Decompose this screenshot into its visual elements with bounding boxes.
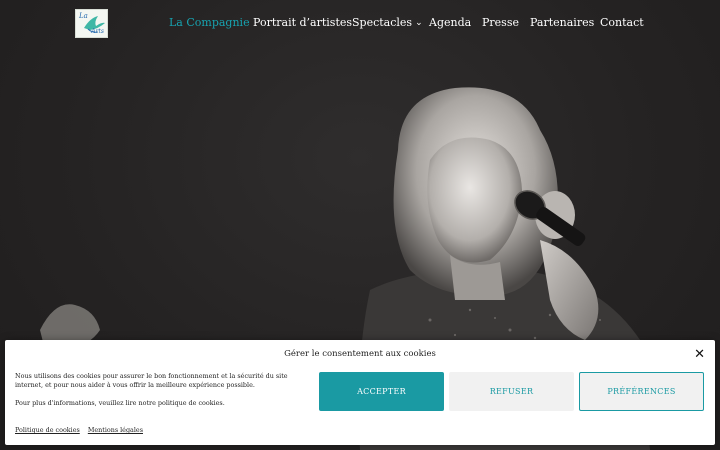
nav-item-agenda[interactable]: Agenda <box>429 16 471 29</box>
nav-item-contact[interactable]: Contact <box>600 16 644 29</box>
cookie-preferences-button[interactable]: PRÉFÉRENCES <box>579 372 704 411</box>
close-icon[interactable]: ✕ <box>694 347 705 362</box>
cookie-consent-banner: Gérer le consentement aux cookies ✕ Nous… <box>5 340 715 445</box>
cookie-text-more-info: Pour plus d'informations, veuillez lire … <box>15 399 225 407</box>
cookie-links: Politique de cookies Mentions légales <box>15 426 149 434</box>
nav-item-spectacles-label: Spectacles <box>352 16 413 29</box>
legal-notice-link[interactable]: Mentions légales <box>88 426 143 434</box>
chevron-down-icon: ⌄ <box>415 18 423 28</box>
accept-cookies-button[interactable]: ACCEPTER <box>319 372 444 411</box>
nav-item-partenaires[interactable]: Partenaires <box>530 16 594 29</box>
main-navigation: La Compagnie Portrait d’artistes Spectac… <box>0 0 720 46</box>
site-header: La Arts La Compagnie Portrait d’artistes… <box>0 0 720 46</box>
nav-item-portrait-artistes[interactable]: Portrait d’artistes <box>253 16 352 29</box>
cookie-policy-link[interactable]: Politique de cookies <box>15 426 80 434</box>
cookie-text-main: Nous utilisons des cookies pour assurer … <box>15 372 288 389</box>
refuse-cookies-button[interactable]: REFUSER <box>449 372 574 411</box>
nav-item-la-compagnie[interactable]: La Compagnie <box>169 16 250 29</box>
nav-item-presse[interactable]: Presse <box>482 16 519 29</box>
cookie-description: Nous utilisons des cookies pour assurer … <box>15 372 315 408</box>
nav-item-spectacles[interactable]: Spectacles ⌄ <box>352 16 423 29</box>
cookie-banner-title: Gérer le consentement aux cookies <box>284 349 436 359</box>
